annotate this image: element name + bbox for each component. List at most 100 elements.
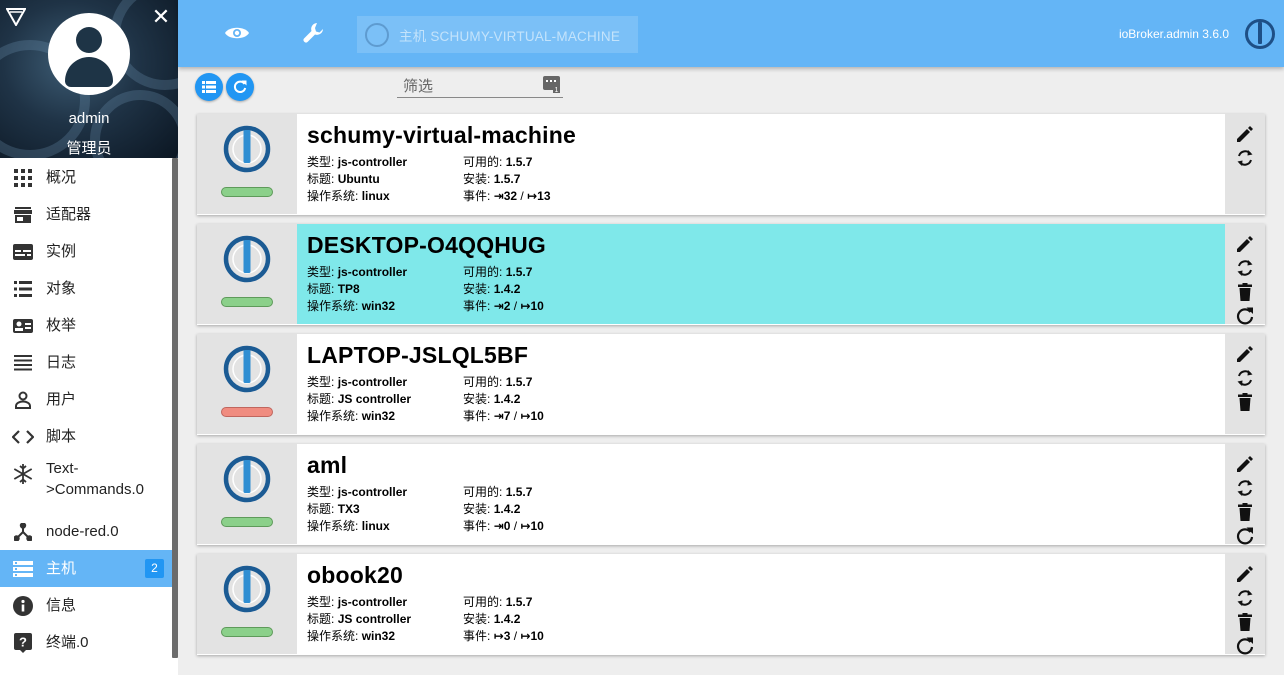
sidebar-item-label: Text- >Commands.0 [46,460,144,498]
edit-host-button[interactable] [1235,454,1255,474]
settings-wrench-button[interactable] [299,18,329,48]
current-host-tab[interactable]: 主机 SCHUMY-VIRTUAL-MACHINE [357,16,638,53]
close-drawer-icon[interactable]: ✕ [150,6,172,28]
host-actions [1225,334,1265,434]
sidebar-item-users[interactable]: 用户 [0,381,172,418]
list-icon [0,280,46,297]
update-host-button[interactable] [1235,148,1255,168]
sidebar-item-text-commands[interactable]: Text- >Commands.0 [0,458,172,508]
pencil-icon [1235,346,1255,368]
edit-host-button[interactable] [1235,344,1255,364]
delete-host-button[interactable] [1235,612,1255,632]
edit-host-button[interactable] [1235,234,1255,254]
eye-icon [225,27,249,39]
update-host-button[interactable] [1235,478,1255,498]
log-lines-icon [0,354,46,371]
host-logo-panel [197,444,297,544]
sidebar-item-label: node-red.0 [46,523,119,540]
host-installed-version: 安装: 1.4.2 [463,612,521,626]
sidebar-item-overview[interactable]: 概况 [0,159,172,196]
sidebar-item-log[interactable]: 日志 [0,344,172,381]
avatar[interactable] [48,13,130,95]
edit-host-button[interactable] [1235,124,1255,144]
host-type: 类型: js-controller [307,595,408,609]
sidebar-item-label: 用户 [46,391,77,408]
edit-host-button[interactable] [1235,564,1255,584]
refresh-button[interactable] [226,73,254,101]
store-icon [0,206,46,223]
sidebar-item-adapters[interactable]: 适配器 [0,196,172,233]
host-card[interactable]: schumy-virtual-machine 类型: js-controller 标… [197,114,1265,215]
update-host-button[interactable] [1235,368,1255,388]
trash-icon [1235,503,1255,526]
sidebar-item-scripts[interactable]: 脚本 [0,418,172,455]
app-logo-icon[interactable] [6,8,26,26]
delete-host-button[interactable] [1235,392,1255,412]
host-available-version: 可用的: 1.5.7 [463,485,533,499]
host-card[interactable]: DESKTOP-O4QQHUG 类型: js-controller 标题: TP8 操… [197,224,1265,325]
sidebar-item-hosts[interactable]: 主机 2 [0,550,172,587]
update-host-button[interactable] [1235,588,1255,608]
host-type: 类型: js-controller [307,265,408,279]
host-os: 操作系统: win32 [307,409,396,423]
sidebar-scrollbar[interactable] [172,158,178,658]
restart-icon [1235,527,1255,550]
person-icon [0,391,46,409]
view-eye-button[interactable] [222,18,252,48]
host-events: 事件: ⇥2 / ↦10 [463,299,544,313]
sync-icon [1235,370,1255,392]
pencil-icon [1235,566,1255,588]
host-os: 操作系统: win32 [307,629,396,643]
host-events: 事件: ⇥32 / ↦13 [463,189,551,203]
filter-input[interactable] [403,76,543,96]
host-info: DESKTOP-O4QQHUG 类型: js-controller 标题: TP8 操… [297,224,1225,324]
host-logo-panel [197,114,297,214]
update-host-button[interactable] [1235,258,1255,278]
host-actions [1225,114,1265,214]
host-type: 类型: js-controller [307,485,408,499]
iobroker-host-icon [223,345,271,393]
host-title: 标题: JS controller [307,392,412,406]
host-logo-panel [197,334,297,434]
top-app-bar: 主机 SCHUMY-VIRTUAL-MACHINE ioBroker.admin… [178,0,1284,67]
host-status-indicator [221,407,273,417]
sidebar-item-objects[interactable]: 对象 [0,270,172,307]
delete-host-button[interactable] [1235,502,1255,522]
hosts-count-badge: 2 [145,559,164,578]
trash-icon [1235,283,1255,306]
host-status-indicator [221,517,273,527]
host-os: 操作系统: win32 [307,299,396,313]
user-role: 管理员 [66,140,112,157]
host-card[interactable]: obook20 类型: js-controller 标题: JS controlle… [197,554,1265,655]
filter-clear-icon[interactable]: 1 [543,76,560,93]
host-info: obook20 类型: js-controller 标题: JS controlle… [297,554,1225,654]
host-title: 标题: TX3 [307,502,360,516]
host-type: 类型: js-controller [307,155,408,169]
restart-host-button[interactable] [1235,526,1255,546]
sidebar-item-label: 枚举 [46,317,77,334]
hosts-icon [0,560,46,577]
host-status-indicator [221,187,273,197]
host-card[interactable]: aml 类型: js-controller 标题: TX3 操作系统: linux 可用… [197,444,1265,545]
delete-host-button[interactable] [1235,282,1255,302]
help-icon: ? [0,632,46,653]
sidebar-item-label: 对象 [46,280,77,297]
host-title: 标题: TP8 [307,282,360,296]
pencil-icon [1235,126,1255,148]
sidebar-item-instances[interactable]: 实例 [0,233,172,270]
sidebar-item-node-red[interactable]: node-red.0 [0,513,172,550]
sidebar-item-label: 主机 [46,560,77,577]
restart-host-button[interactable] [1235,636,1255,656]
sidebar-item-terminal[interactable]: ? 终端.0 [0,624,172,661]
host-actions [1225,554,1265,656]
sidebar-item-enums[interactable]: 枚举 [0,307,172,344]
host-available-version: 可用的: 1.5.7 [463,265,533,279]
toggle-list-view-button[interactable] [195,73,223,101]
host-os: 操作系统: linux [307,519,390,533]
iobroker-logo-icon[interactable] [1244,18,1276,50]
host-status-indicator [221,627,273,637]
host-card[interactable]: LAPTOP-JSLQL5BF 类型: js-controller 标题: JS c… [197,334,1265,435]
sidebar-item-label: 实例 [46,243,77,260]
restart-host-button[interactable] [1235,306,1255,326]
sidebar-item-info[interactable]: 信息 [0,587,172,624]
